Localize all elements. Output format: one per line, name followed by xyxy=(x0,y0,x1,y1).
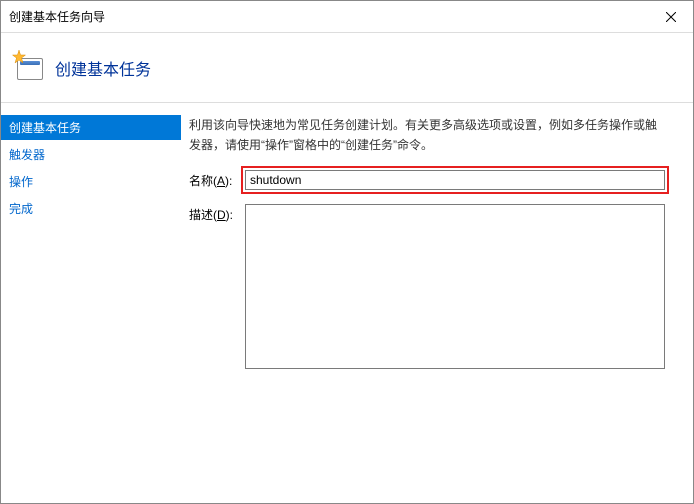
wizard-content: 创建基本任务 触发器 操作 完成 利用该向导快速地为常见任务创建计划。有关更多高… xyxy=(1,103,693,503)
wizard-header: 创建基本任务 xyxy=(1,33,693,103)
wizard-header-title: 创建基本任务 xyxy=(55,56,151,80)
wizard-sidebar: 创建基本任务 触发器 操作 完成 xyxy=(1,103,181,503)
sidebar-item-create-basic-task[interactable]: 创建基本任务 xyxy=(1,115,181,140)
sidebar-item-finish[interactable]: 完成 xyxy=(1,196,181,221)
name-row: 名称(A): xyxy=(189,170,665,190)
close-icon xyxy=(666,12,676,22)
name-label: 名称(A): xyxy=(189,170,245,189)
close-button[interactable] xyxy=(648,1,693,33)
wizard-main-panel: 利用该向导快速地为常见任务创建计划。有关更多高级选项或设置，例如多任务操作或触发… xyxy=(181,103,693,503)
wizard-intro-text: 利用该向导快速地为常见任务创建计划。有关更多高级选项或设置，例如多任务操作或触发… xyxy=(189,115,665,156)
description-label: 描述(D): xyxy=(189,204,245,223)
sidebar-item-action[interactable]: 操作 xyxy=(1,169,181,194)
sidebar-item-trigger[interactable]: 触发器 xyxy=(1,142,181,167)
description-input[interactable] xyxy=(245,204,665,369)
titlebar: 创建基本任务向导 xyxy=(1,1,693,33)
window-title: 创建基本任务向导 xyxy=(9,8,105,25)
name-input[interactable] xyxy=(245,170,665,190)
task-wizard-icon xyxy=(13,52,45,84)
description-row: 描述(D): xyxy=(189,204,665,372)
